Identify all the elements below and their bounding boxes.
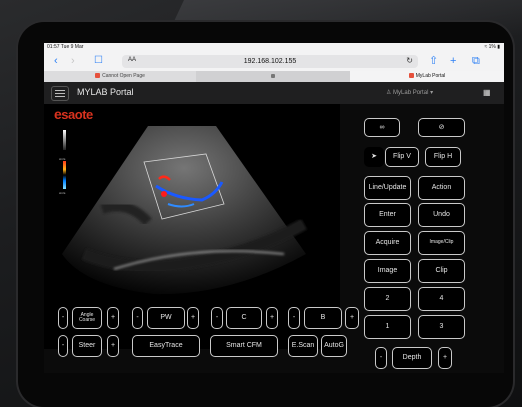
safari-toolbar: ‹ › ☐ AA 192.168.102.155 ↻ ⇧ + ⧉ xyxy=(44,52,504,71)
tab-overview-icon[interactable]: ⧉ xyxy=(472,54,480,68)
url-text: 192.168.102.155 xyxy=(243,58,297,65)
button-2[interactable]: 2 xyxy=(364,287,411,311)
reload-icon[interactable]: ↻ xyxy=(406,56,413,65)
undo-button[interactable]: Undo xyxy=(418,203,465,227)
b-plus-button[interactable]: + xyxy=(345,307,359,329)
angle-minus-button[interactable]: - xyxy=(58,307,68,329)
user-menu[interactable]: ♙ MyLab Portal ▾ xyxy=(386,89,433,96)
b-minus-button[interactable]: - xyxy=(288,307,300,329)
pw-minus-button[interactable]: - xyxy=(132,307,143,329)
depth-button[interactable]: Depth xyxy=(392,347,432,369)
e-scan-button[interactable]: E.Scan xyxy=(288,335,318,357)
autog-button[interactable]: AutoG xyxy=(321,335,347,357)
pointer-icon[interactable]: ➤ xyxy=(364,147,384,167)
tab-title: MyLab Portal xyxy=(415,73,446,79)
address-bar[interactable]: AA 192.168.102.155 ↻ xyxy=(122,55,418,68)
depth-minus-button[interactable]: - xyxy=(375,347,387,369)
apps-grid-icon[interactable]: ▦ xyxy=(483,88,491,97)
angle-plus-button[interactable]: + xyxy=(107,307,119,329)
enter-button[interactable]: Enter xyxy=(364,203,411,227)
acquire-button[interactable]: Acquire xyxy=(364,231,411,255)
menu-line xyxy=(55,96,65,97)
doppler-spot xyxy=(161,191,167,197)
action-button[interactable]: Action xyxy=(418,176,465,200)
tablet-screen: 01:57 Tue 9 Mar ≈ 1% ▮ ‹ › ☐ AA 192.168.… xyxy=(44,43,504,373)
angle-coarse-button[interactable]: Angle Coarse xyxy=(72,307,102,329)
tab-favicon xyxy=(271,73,275,78)
tab-mylab-portal[interactable]: MyLab Portal xyxy=(350,71,504,82)
app-header: MYLAB Portal ♙ MyLab Portal ▾ ▦ xyxy=(44,82,504,104)
button-4[interactable]: 4 xyxy=(418,287,465,311)
tab-favicon xyxy=(95,73,101,79)
tab-favicon xyxy=(408,73,414,79)
unlink-icon-button[interactable]: ⊘ xyxy=(418,118,465,137)
bookmarks-icon[interactable]: ☐ xyxy=(94,54,103,68)
back-button[interactable]: ‹ xyxy=(54,54,58,68)
c-minus-button[interactable]: - xyxy=(211,307,223,329)
ios-status-bar: 01:57 Tue 9 Mar ≈ 1% ▮ xyxy=(44,43,504,52)
flip-v-button[interactable]: Flip V xyxy=(385,147,419,167)
link-icon-button[interactable]: ∞ xyxy=(364,118,400,137)
clip-button[interactable]: Clip xyxy=(418,259,465,283)
depth-plus-button[interactable]: + xyxy=(438,347,452,369)
button-3[interactable]: 3 xyxy=(418,315,465,339)
steer-button[interactable]: Steer xyxy=(72,335,102,357)
image-clip-button[interactable]: Image/Clip xyxy=(418,231,465,255)
b-button[interactable]: B xyxy=(304,307,342,329)
pw-button[interactable]: PW xyxy=(147,307,185,329)
smart-cfm-button[interactable]: Smart CFM xyxy=(210,335,278,357)
menu-line xyxy=(55,90,65,91)
pw-plus-button[interactable]: + xyxy=(187,307,199,329)
steer-plus-button[interactable]: + xyxy=(107,335,119,357)
steer-minus-button[interactable]: - xyxy=(58,335,68,357)
tab-bar: Cannot Open Page MyLab Portal xyxy=(44,71,504,82)
share-icon[interactable]: ⇧ xyxy=(429,54,438,68)
image-button[interactable]: Image xyxy=(364,259,411,283)
c-plus-button[interactable]: + xyxy=(266,307,278,329)
app-title: MYLAB Portal xyxy=(77,87,134,97)
easytrace-button[interactable]: EasyTrace xyxy=(132,335,200,357)
flip-h-button[interactable]: Flip H xyxy=(425,147,461,167)
menu-toggle-button[interactable] xyxy=(51,86,69,101)
battery-indicator: ≈ 1% ▮ xyxy=(484,44,500,50)
line-update-button[interactable]: Line/Update xyxy=(364,176,411,200)
status-time: 01:57 Tue 9 Mar xyxy=(47,44,84,50)
button-1[interactable]: 1 xyxy=(364,315,411,339)
tab-blank[interactable] xyxy=(196,71,350,82)
tab-cannot-open-page[interactable]: Cannot Open Page xyxy=(44,71,196,82)
tab-title: Cannot Open Page xyxy=(102,73,145,79)
forward-button[interactable]: › xyxy=(71,54,75,68)
menu-line xyxy=(55,93,65,94)
new-tab-button[interactable]: + xyxy=(450,54,456,68)
c-button[interactable]: C xyxy=(226,307,262,329)
